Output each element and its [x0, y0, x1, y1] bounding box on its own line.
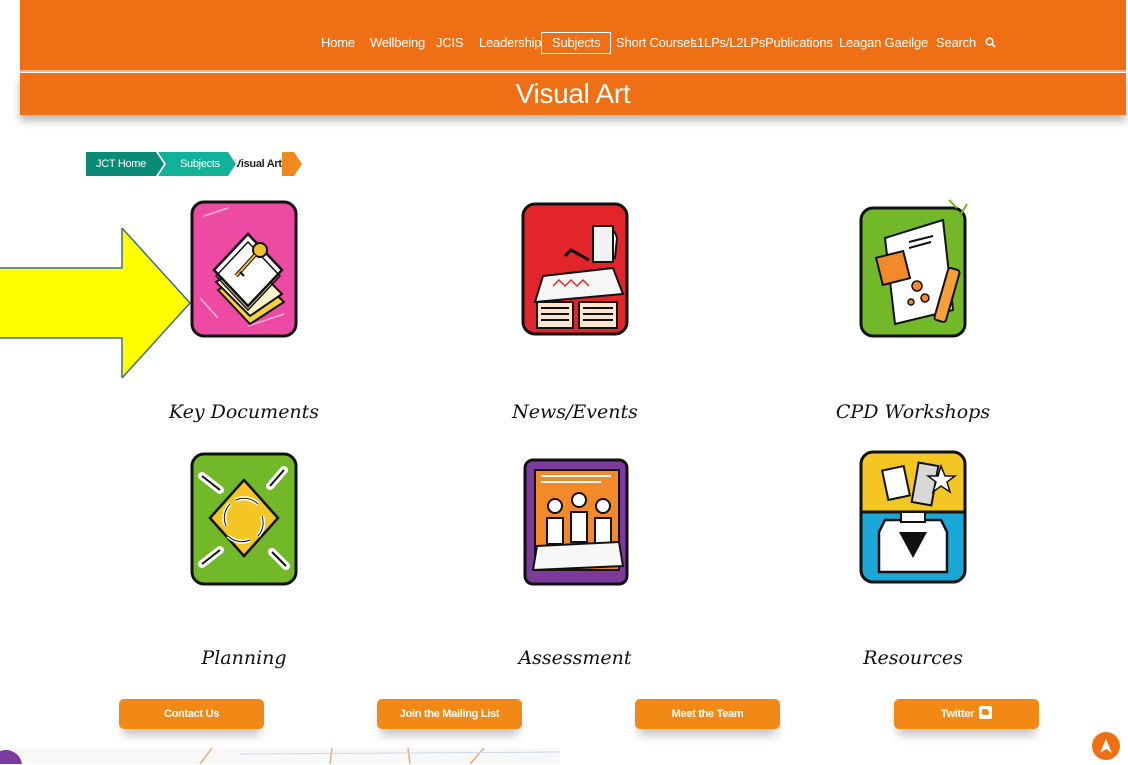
tile-label: CPD Workshops: [835, 401, 991, 423]
tile-label: Key Documents: [168, 401, 320, 423]
resources-icon: [859, 450, 967, 584]
nav-search-label: Search: [936, 35, 976, 50]
key-documents-icon: [190, 200, 298, 338]
twitter-button[interactable]: Twitter: [894, 699, 1039, 729]
nav-item-subjects[interactable]: Subjects: [541, 32, 612, 54]
breadcrumb-home-label: JCT Home: [96, 158, 146, 170]
search-icon: [985, 37, 997, 48]
twitter-label: Twitter: [940, 708, 975, 720]
breadcrumb-end-marker: [282, 152, 302, 176]
page-title: Visual Art: [515, 78, 631, 109]
breadcrumb-subjects[interactable]: Subjects: [158, 152, 236, 176]
nav-item-leagan-gaeilge[interactable]: Leagan Gaeilge: [839, 32, 928, 54]
meet-the-team-button[interactable]: Meet the Team: [635, 699, 780, 729]
assessment-icon: [523, 458, 629, 586]
nav-item-jcis[interactable]: JCIS: [436, 32, 464, 54]
page-title-bar: Visual Art: [20, 73, 1126, 115]
nav-item-wellbeing[interactable]: Wellbeing: [370, 32, 425, 54]
twitter-icon: [979, 706, 993, 719]
breadcrumb-home[interactable]: JCT Home: [86, 152, 164, 176]
tile-resources[interactable]: Resources: [813, 446, 1013, 681]
nav-item-l1lps-l2lps[interactable]: L1LPs/L2LPs: [690, 32, 765, 54]
back-to-top-button[interactable]: [1092, 732, 1120, 760]
contact-us-button[interactable]: Contact Us: [119, 699, 264, 729]
tile-cpd-workshops[interactable]: CPD Workshops: [813, 198, 1013, 433]
nav-item-publications[interactable]: Publications: [765, 32, 833, 54]
tile-assessment[interactable]: Assessment: [475, 446, 675, 681]
tile-label: Planning: [201, 647, 287, 669]
breadcrumb-current: Visual Art: [230, 152, 290, 176]
nav-menu: Home Wellbeing JCIS Leadership Subjects …: [20, 32, 1126, 56]
join-mailing-list-button[interactable]: Join the Mailing List: [377, 699, 522, 729]
news-events-icon: [521, 202, 629, 336]
tile-label: News/Events: [512, 401, 638, 423]
nav-item-short-courses[interactable]: Short Courses: [616, 32, 697, 54]
cpd-workshops-icon: [859, 199, 968, 338]
planning-icon: [190, 452, 298, 586]
tile-planning[interactable]: Planning: [144, 446, 344, 681]
tile-label: Resources: [863, 647, 963, 669]
arrow-up-icon: [1100, 739, 1112, 753]
breadcrumb-current-label: Visual Art: [234, 158, 282, 170]
nav-item-home[interactable]: Home: [321, 32, 355, 54]
breadcrumb-subjects-label: Subjects: [180, 158, 220, 170]
tile-label: Assessment: [518, 647, 632, 669]
footer-decoration: [0, 748, 560, 764]
nav-item-search[interactable]: Search: [936, 32, 997, 54]
tile-news-events[interactable]: News/Events: [475, 198, 675, 433]
top-navigation: Home Wellbeing JCIS Leadership Subjects …: [20, 0, 1126, 72]
nav-item-leadership[interactable]: Leadership: [479, 32, 542, 54]
highlight-arrow-icon: [0, 228, 192, 378]
